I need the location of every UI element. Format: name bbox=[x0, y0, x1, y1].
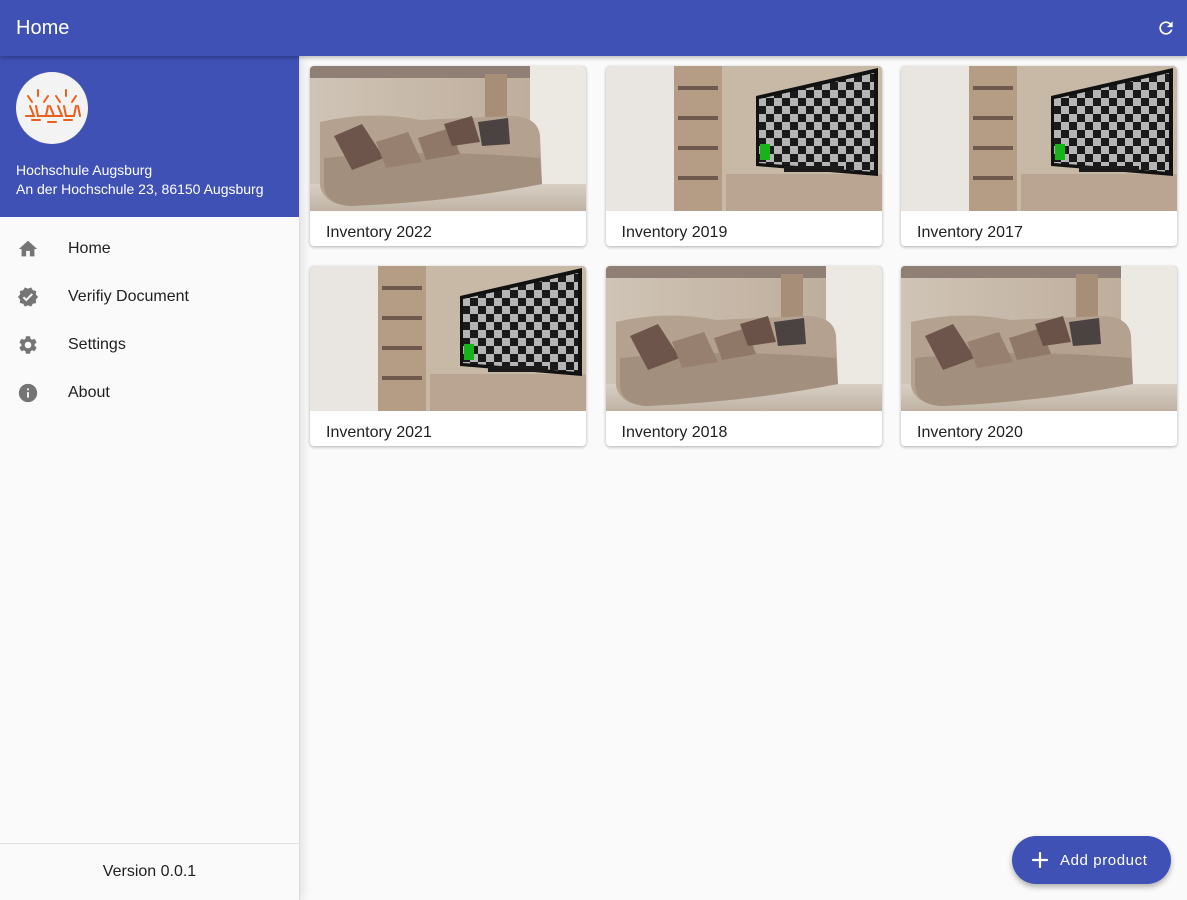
product-card[interactable]: Inventory 2020 bbox=[901, 266, 1177, 446]
product-card[interactable]: Inventory 2017 bbox=[901, 66, 1177, 246]
nav-item-about[interactable]: About bbox=[0, 369, 299, 417]
product-title: Inventory 2017 bbox=[917, 224, 1023, 241]
drawer-header: Hochschule Augsburg An der Hochschule 23… bbox=[0, 56, 299, 217]
version-label: Version 0.0.1 bbox=[0, 843, 299, 900]
product-title: Inventory 2018 bbox=[621, 424, 728, 441]
home-icon bbox=[17, 238, 39, 260]
verified-icon bbox=[17, 286, 39, 308]
tv-image bbox=[310, 266, 586, 411]
university-logo bbox=[16, 72, 88, 144]
page-title: Home bbox=[16, 16, 70, 39]
account-address: An der Hochschule 23, 86150 Augsburg bbox=[16, 181, 264, 197]
sofa-image bbox=[901, 266, 1177, 411]
plus-icon bbox=[1032, 852, 1048, 868]
product-card[interactable]: Inventory 2019 bbox=[605, 66, 882, 246]
sofa-image bbox=[310, 66, 586, 211]
product-card[interactable]: Inventory 2021 bbox=[310, 266, 586, 446]
product-grid: Inventory 2022 Inventory 2019 Inventory … bbox=[310, 66, 1177, 446]
navigation-drawer: Hochschule Augsburg An der Hochschule 23… bbox=[0, 56, 300, 900]
nav-item-settings[interactable]: Settings bbox=[0, 321, 299, 369]
add-product-label: Add product bbox=[1060, 851, 1148, 869]
tv-image bbox=[605, 66, 882, 211]
app-bar: Home bbox=[0, 0, 1187, 56]
product-title: Inventory 2019 bbox=[621, 224, 728, 241]
nav-item-label: Verifiy Document bbox=[68, 288, 189, 305]
product-grid-area: Inventory 2022 Inventory 2019 Inventory … bbox=[300, 56, 1187, 900]
nav-item-label: Settings bbox=[68, 336, 126, 353]
account-name: Hochschule Augsburg bbox=[16, 162, 153, 178]
gear-icon bbox=[17, 334, 39, 356]
add-product-button[interactable]: Add product bbox=[1012, 836, 1171, 884]
product-title: Inventory 2022 bbox=[326, 224, 432, 241]
nav-list: Home Verifiy Document Settings About bbox=[0, 217, 299, 417]
nav-item-verify-document[interactable]: Verifiy Document bbox=[0, 273, 299, 321]
refresh-icon[interactable] bbox=[1155, 16, 1177, 40]
product-card[interactable]: Inventory 2022 bbox=[310, 66, 586, 246]
nav-item-home[interactable]: Home bbox=[0, 225, 299, 273]
product-card[interactable]: Inventory 2018 bbox=[605, 266, 882, 446]
info-icon bbox=[17, 382, 39, 404]
nav-item-label: About bbox=[68, 384, 110, 401]
tv-image bbox=[901, 66, 1177, 211]
product-title: Inventory 2021 bbox=[326, 424, 432, 441]
nav-item-label: Home bbox=[68, 240, 111, 257]
sofa-image bbox=[605, 266, 882, 411]
product-title: Inventory 2020 bbox=[917, 424, 1023, 441]
